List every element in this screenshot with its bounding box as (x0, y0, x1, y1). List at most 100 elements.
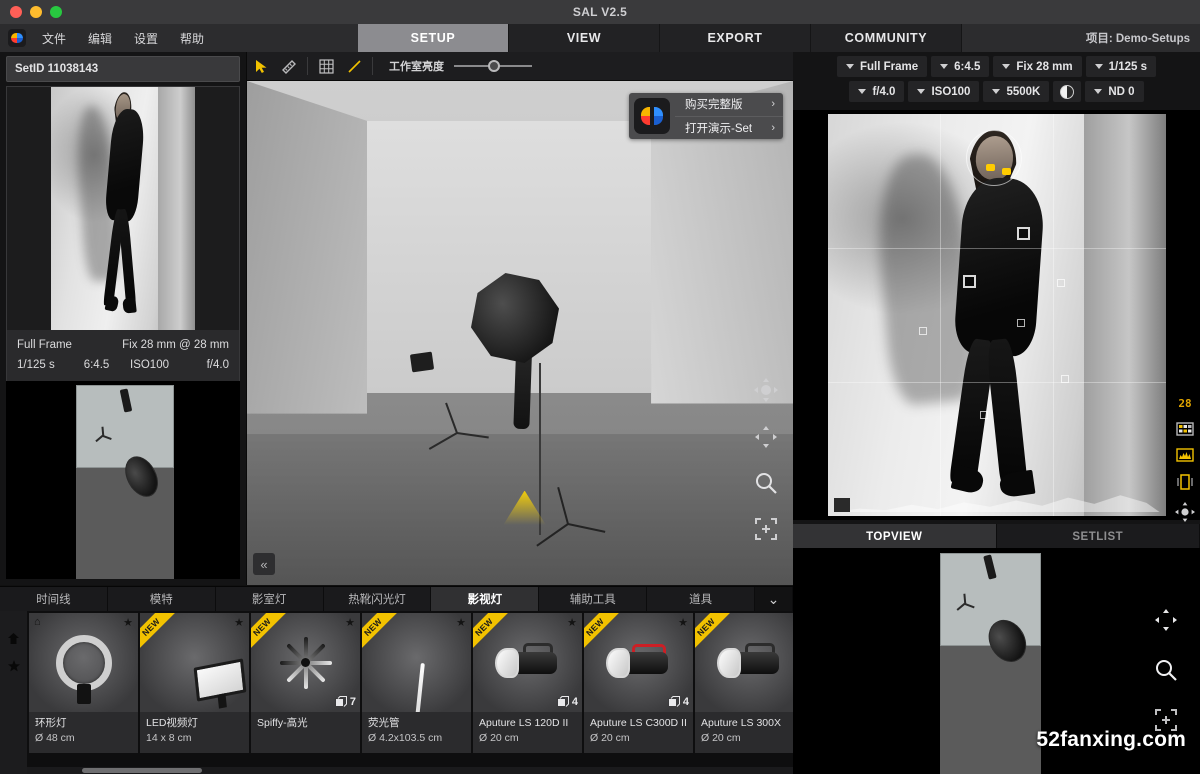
line-icon[interactable] (340, 52, 368, 81)
variant-count: 4 (683, 696, 689, 708)
histogram-icon[interactable] (1176, 448, 1194, 462)
light-stand-secondary[interactable] (422, 358, 492, 434)
eye-af-indicator (986, 164, 995, 171)
open-demo-set-label: 打开演示-Set (685, 120, 752, 136)
aspect-icon[interactable] (1176, 474, 1194, 490)
studio-3d-viewport[interactable]: 购买完整版 › 打开演示-Set › (247, 81, 793, 585)
pan-icon[interactable] (1155, 609, 1177, 636)
iso-selector[interactable]: ISO100 (908, 81, 979, 102)
light-stand-main[interactable] (525, 447, 611, 525)
metadata-row-exposure: 1/125 s 6:4.5 ISO100 f/4.0 (17, 355, 229, 375)
project-label: 项目: Demo-Setups (1086, 24, 1190, 52)
pan-icon[interactable] (755, 426, 777, 453)
camera-settings-bar: Full Frame 6:4.5 Fix 28 mm 1/125 s (793, 52, 1200, 108)
stack-icon (557, 696, 569, 708)
open-demo-set-button[interactable]: 打开演示-Set › (675, 117, 783, 140)
menu-item-settings[interactable]: 设置 (134, 30, 158, 47)
slider-knob[interactable] (488, 60, 500, 72)
library-tab-video-light[interactable]: 影视灯 (431, 587, 539, 611)
af-point-small[interactable] (1061, 375, 1069, 383)
camera-preview-image[interactable] (828, 114, 1166, 516)
library-tab-timeline[interactable]: 时间线 (0, 587, 108, 611)
card-title: Aputure LS C300D II (584, 712, 693, 731)
library-horizontal-scrollbar[interactable] (27, 767, 793, 774)
cursor-icon[interactable] (247, 52, 275, 81)
menu-item-help[interactable]: 帮助 (180, 30, 204, 47)
library-tab-accessories[interactable]: 辅助工具 (539, 587, 647, 611)
card-size: Ø 20 cm (695, 731, 793, 745)
nd-filter-selector[interactable]: ND 0 (1085, 81, 1143, 102)
orbit-icon[interactable] (1175, 502, 1195, 522)
variant-count: 4 (572, 696, 578, 708)
colorchart-icon[interactable] (1176, 422, 1194, 436)
library-tab-props[interactable]: 道具 (647, 587, 755, 611)
collapse-panel-button[interactable]: « (253, 553, 275, 575)
new-badge: NEW (695, 613, 730, 651)
library-tab-model[interactable]: 模特 (108, 587, 216, 611)
library-tab-studio-light[interactable]: 影室灯 (216, 587, 324, 611)
library-card[interactable]: NEW Aputure LS 300X Ø 20 cm (695, 613, 793, 753)
af-point-box[interactable] (963, 275, 976, 288)
af-point-small[interactable] (980, 411, 988, 419)
library-card[interactable]: NEW ★ 7 Spiffy-高光 (251, 613, 360, 753)
setid-field[interactable]: SetID 11038143 (6, 56, 240, 82)
tab-export[interactable]: EXPORT (660, 24, 811, 52)
contrast-toggle-button[interactable] (1053, 81, 1081, 102)
studio-brightness-slider[interactable] (454, 58, 532, 74)
metadata-row-sensor: Full Frame Fix 28 mm @ 28 mm (17, 335, 229, 355)
tab-topview[interactable]: TOPVIEW (793, 524, 997, 550)
camera-preview-area[interactable] (793, 110, 1200, 520)
zoom-icon[interactable] (754, 471, 778, 500)
ratio-selector[interactable]: 6:4.5 (931, 56, 989, 77)
set-preview-card[interactable]: Full Frame Fix 28 mm @ 28 mm 1/125 s 6:4… (6, 86, 240, 383)
ruler-icon[interactable] (275, 52, 303, 81)
left-panel: SetID 11038143 Full Frame (0, 52, 247, 585)
variant-count-badge: 4 (557, 696, 578, 708)
ring-light-icon (56, 635, 112, 691)
library-card[interactable]: NEW ★ LED视频灯 14 x 8 cm (140, 613, 249, 753)
nd-filter-selector-label: ND 0 (1108, 86, 1134, 98)
star-icon: ★ (678, 616, 688, 629)
tab-community[interactable]: COMMUNITY (811, 24, 962, 52)
af-point-small[interactable] (1057, 279, 1065, 287)
card-thumbnail: NEW ★ (362, 613, 471, 712)
aperture-selector[interactable]: f/4.0 (849, 81, 904, 102)
whitebalance-selector[interactable]: 5500K (983, 81, 1049, 102)
library-card[interactable]: NEW ★ 4 Aputure LS 120D II Ø 20 cm (473, 613, 582, 753)
topview-tripod-icon-large[interactable] (954, 579, 976, 628)
preview-tool-rail: 28 (1170, 110, 1200, 534)
lens-selector[interactable]: Fix 28 mm (993, 56, 1081, 77)
shutter-selector[interactable]: 1/125 s (1086, 56, 1156, 77)
sensor-selector[interactable]: Full Frame (837, 56, 927, 77)
buy-full-version-button[interactable]: 购买完整版 › (675, 93, 783, 117)
topview-mini-panel[interactable] (6, 381, 240, 579)
star-icon: ★ (345, 616, 355, 629)
home-icon[interactable] (8, 631, 19, 649)
card-thumbnail: NEW ★ 7 (251, 613, 360, 712)
tab-view[interactable]: VIEW (509, 24, 660, 52)
grid-icon[interactable] (312, 52, 340, 81)
af-point-small[interactable] (919, 327, 927, 335)
main-tabs: SETUP VIEW EXPORT COMMUNITY (358, 24, 962, 52)
aputure-300x-icon (717, 648, 783, 678)
af-point-box[interactable] (1017, 227, 1030, 240)
chevron-down-icon[interactable]: ⌄ (755, 587, 793, 611)
library-card[interactable]: ⌂ ★ 环形灯 Ø 48 cm (29, 613, 138, 753)
stack-icon (335, 696, 347, 708)
star-icon[interactable] (8, 659, 20, 677)
zoom-icon[interactable] (1154, 658, 1178, 687)
variant-count: 7 (350, 696, 356, 708)
tab-setup[interactable]: SETUP (358, 24, 509, 52)
menu-item-file[interactable]: 文件 (42, 30, 66, 47)
orbit-icon[interactable] (753, 377, 779, 408)
library-card[interactable]: NEW ★ 4 Aputure LS C300D II Ø 20 cm (584, 613, 693, 753)
menu-item-edit[interactable]: 编辑 (88, 30, 112, 47)
af-point-small[interactable] (1017, 319, 1025, 327)
library-item-strip[interactable]: ⌂ ★ 环形灯 Ø 48 cm NEW ★ LED视频灯 14 x 8 cm N… (27, 611, 793, 774)
star-icon: ★ (123, 616, 133, 629)
library-card[interactable]: NEW ★ 荧光管 Ø 4.2x103.5 cm (362, 613, 471, 753)
scrollbar-thumb[interactable] (82, 768, 202, 773)
topview-panel[interactable]: 52fanxing.com (793, 548, 1200, 774)
library-tab-speedlight[interactable]: 热靴闪光灯 (324, 587, 432, 611)
fit-icon[interactable] (755, 518, 777, 545)
